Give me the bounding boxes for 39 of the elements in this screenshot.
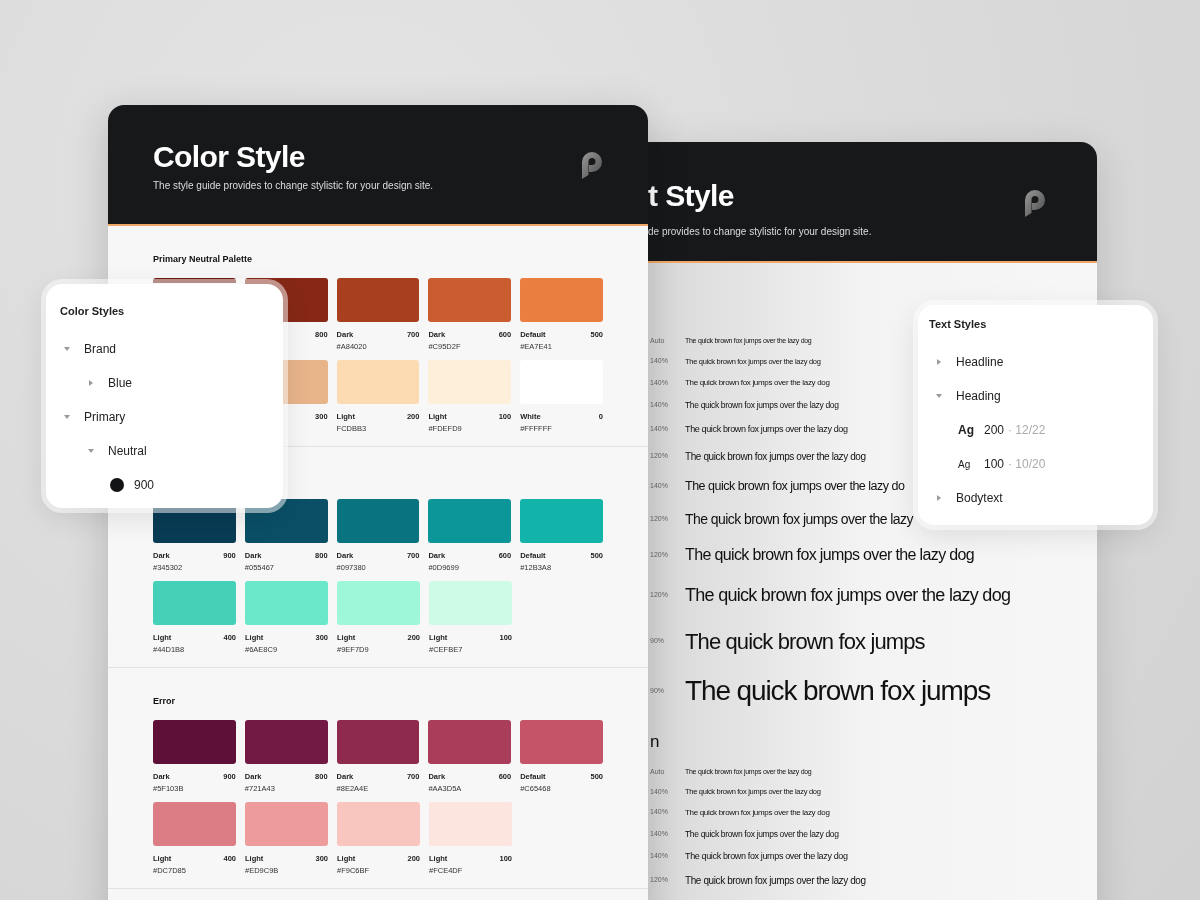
card-subtitle: de provides to change stylistic for your design site.: [648, 225, 873, 239]
tree-item[interactable]: Headline: [956, 353, 1004, 371]
panel-title: Text Styles: [928, 317, 988, 331]
palette-heading: Error: [153, 694, 175, 708]
style-spec: · 10/20: [1008, 456, 1046, 473]
style-sample: Ag: [958, 422, 975, 439]
sample-text: The quick brown fox jumps over the lazy dog: [685, 545, 975, 565]
tree-item[interactable]: 900: [134, 476, 155, 494]
sample-text: The quick brown fox jumps over the lazy dog: [685, 873, 866, 888]
sample-text: The quick brown fox jumps over the lazy dog: [685, 583, 1011, 607]
sample-text: The quick brown fox jumps over the lazy: [685, 510, 913, 529]
tree-item[interactable]: 200: [984, 421, 1005, 439]
style-spec: · 12/22: [1008, 422, 1046, 439]
sample-text: The quick brown fox jumps over the lazy dog: [685, 422, 848, 436]
logo-icon: [580, 151, 604, 181]
card-title: t Style: [648, 178, 734, 214]
sample-text: The quick brown fox jumps over the lazy dog: [685, 806, 830, 819]
panel-title: Color Styles: [59, 304, 126, 318]
tree-item[interactable]: Neutral: [108, 442, 147, 460]
sample-text: The quick brown fox jumps: [685, 674, 991, 708]
logo-icon: [1023, 189, 1047, 219]
sample-text: The quick brown fox jumps: [685, 627, 925, 656]
sample-text: The quick brown fox jumps over the lazy dog: [685, 449, 866, 464]
tree-item[interactable]: Blue: [108, 374, 133, 392]
tree-item[interactable]: Bodytext: [956, 489, 1003, 507]
sample-text: The quick brown fox jumps over the lazy do: [685, 478, 905, 496]
card-title: Color Style: [153, 139, 305, 175]
style-sample: Ag: [958, 457, 972, 472]
tree-item[interactable]: Primary: [84, 408, 126, 426]
palette-heading: Primary Neutral Palette: [153, 252, 253, 266]
card-subtitle: The style guide provides to change stylistic for your design site.: [153, 179, 435, 193]
tree-item[interactable]: Brand: [84, 340, 117, 358]
tree-item[interactable]: 100: [984, 455, 1005, 473]
sample-text: The quick brown fox jumps over the lazy dog: [685, 377, 830, 389]
tree-item[interactable]: Heading: [956, 387, 1001, 405]
sample-text: The quick brown fox jumps over the lazy dog: [685, 399, 839, 412]
section-heading: n: [650, 731, 661, 753]
sample-text: The quick brown fox jumps over the lazy dog: [685, 849, 848, 863]
sample-text: The quick brown fox jumps over the lazy dog: [685, 827, 839, 841]
